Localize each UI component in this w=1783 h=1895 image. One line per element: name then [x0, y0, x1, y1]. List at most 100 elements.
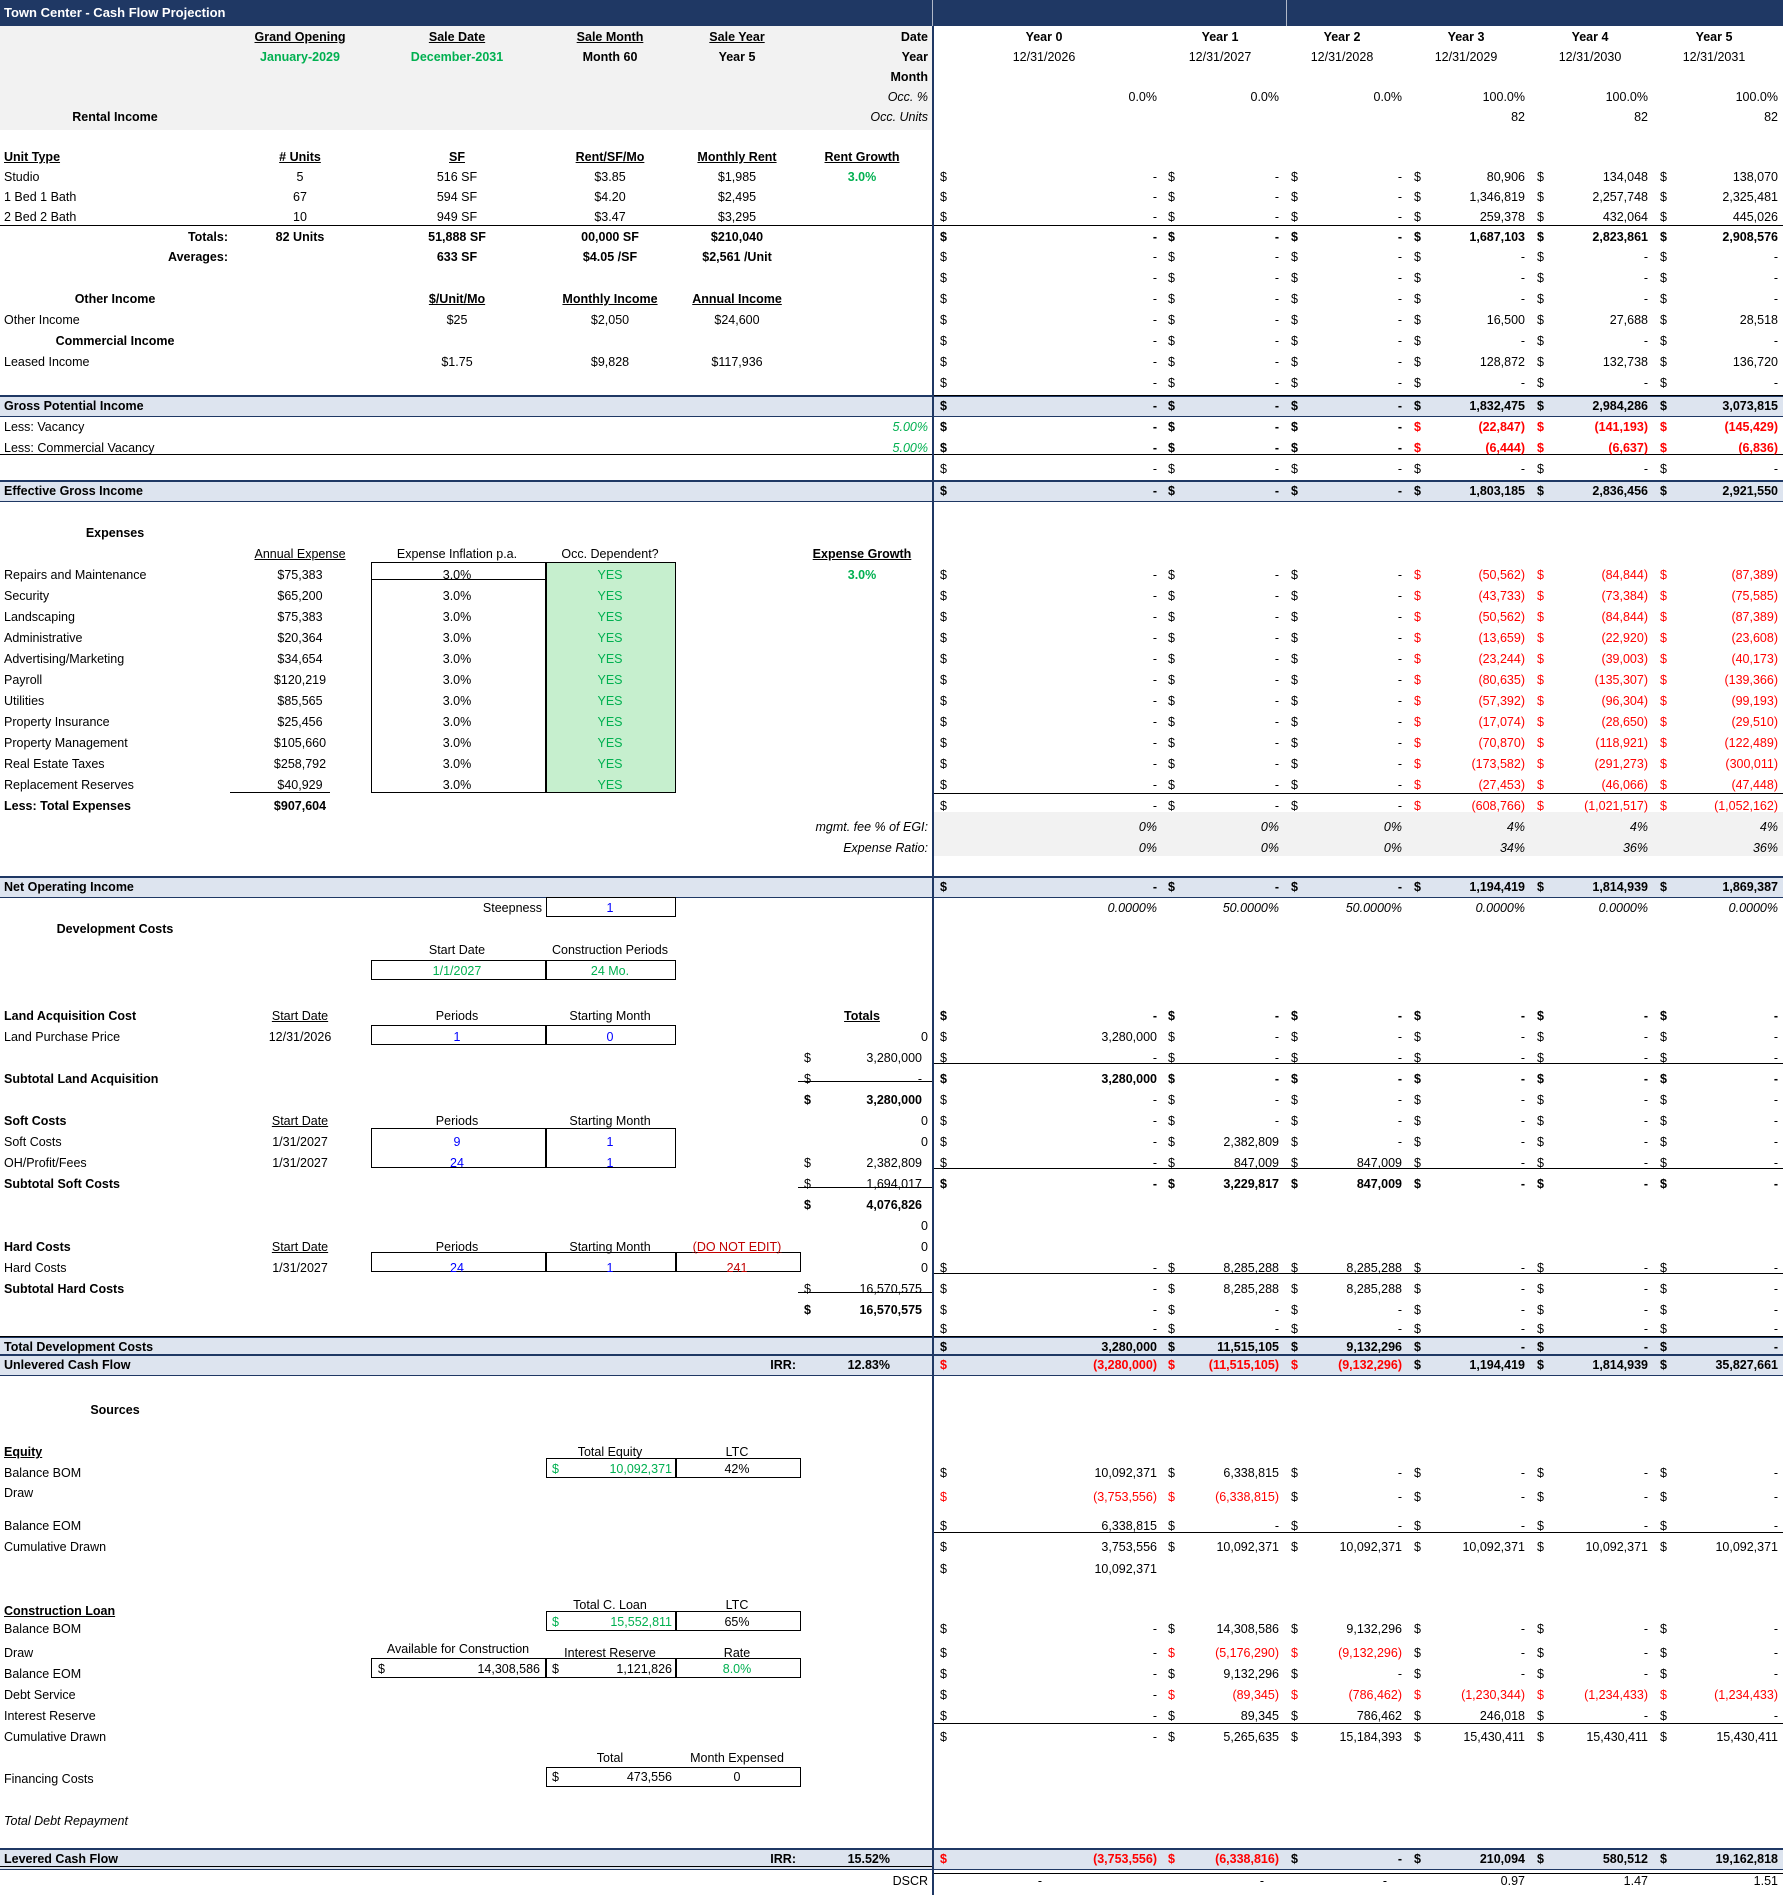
expense-inflation[interactable]: 3.0% [443, 566, 472, 584]
rate-input[interactable]: 8.0% [723, 1660, 752, 1678]
cashflow-cell: - [1274, 1051, 1279, 1065]
currency-symbol: $ [940, 462, 947, 476]
currency-symbol: $ [1537, 250, 1544, 264]
occ-dependent-flag[interactable]: YES [597, 587, 622, 605]
occ-dependent-flag[interactable]: YES [597, 776, 622, 794]
cashflow-cell: 19,162,818 [1715, 1852, 1778, 1866]
year-date: 12/31/2029 [1434, 50, 1498, 64]
cashflow-cell: (1,234,433) [1714, 1688, 1778, 1702]
occ-dependent-flag[interactable]: YES [597, 713, 622, 731]
cashflow-cell: - [1152, 568, 1157, 582]
currency-symbol: $ [1291, 1730, 1298, 1744]
hard-month-input[interactable]: 1 [607, 1259, 614, 1277]
cashflow-cell: - [1152, 1114, 1157, 1128]
expense-inflation[interactable]: 3.0% [443, 608, 472, 626]
currency-symbol: $ [1660, 757, 1667, 771]
steepness-pct: 0.0000% [1728, 901, 1778, 915]
expense-inflation[interactable]: 3.0% [443, 755, 472, 773]
expense-inflation[interactable]: 3.0% [443, 692, 472, 710]
currency-symbol: $ [1660, 1114, 1667, 1128]
currency-symbol: $ [1291, 271, 1298, 285]
currency-symbol: $ [1660, 1358, 1667, 1372]
currency-symbol: $ [1291, 1466, 1298, 1480]
soft-month-input[interactable]: 1 [607, 1133, 614, 1151]
grand-opening-label: Grand Opening [254, 30, 346, 44]
soft-periods-input[interactable]: 9 [454, 1133, 461, 1151]
cashflow-cell: - [1152, 1261, 1157, 1275]
occ-pct: 100.0% [1482, 90, 1525, 104]
cashflow-cell: - [1274, 778, 1279, 792]
interest-reserve-row-label: Interest Reserve [4, 1709, 96, 1723]
occ-dependent-flag[interactable]: YES [597, 671, 622, 689]
year-header: Year 0 [1025, 30, 1063, 44]
land-periods-input[interactable]: 1 [454, 1028, 461, 1046]
occ-dependent-flag[interactable]: YES [597, 755, 622, 773]
expense-inflation[interactable]: 3.0% [443, 734, 472, 752]
currency-symbol: $ [1537, 355, 1544, 369]
occ-dependent-flag[interactable]: YES [597, 608, 622, 626]
construction-periods-input[interactable]: 24 Mo. [591, 962, 629, 980]
occ-dependent-flag[interactable]: YES [597, 734, 622, 752]
total-loan-input[interactable]: 15,552,811 [610, 1613, 672, 1631]
expense-annual: $34,654 [277, 652, 323, 666]
unit-row-cell: 594 SF [436, 190, 478, 204]
currency-symbol: $ [378, 1662, 385, 1676]
currency-symbol: $ [1414, 610, 1421, 624]
total-debt-repayment-label: Total Debt Repayment [4, 1814, 128, 1828]
currency-symbol: $ [1168, 1030, 1175, 1044]
occ-dependent-flag[interactable]: YES [597, 566, 622, 584]
currency-symbol: $ [1414, 778, 1421, 792]
cashflow-cell: (786,462) [1348, 1688, 1402, 1702]
currency-symbol: $ [1537, 1135, 1544, 1149]
currency-symbol: $ [1168, 190, 1175, 204]
currency-symbol: $ [1660, 1156, 1667, 1170]
cashflow-cell: - [1643, 1646, 1648, 1660]
unit-row-cell: $4.20 [594, 190, 626, 204]
currency-symbol: $ [804, 1156, 811, 1170]
occ-dependent-flag[interactable]: YES [597, 692, 622, 710]
currency-symbol: $ [1660, 1030, 1667, 1044]
expense-inflation[interactable]: 3.0% [443, 650, 472, 668]
cashflow-cell: - [1152, 230, 1157, 244]
currency-symbol: $ [1168, 376, 1175, 390]
currency-symbol: $ [1660, 610, 1667, 624]
occ-dependent-flag[interactable]: YES [597, 629, 622, 647]
currency-symbol: $ [1537, 1261, 1544, 1275]
land-month-input[interactable]: 0 [607, 1028, 614, 1046]
year-header: Year 1 [1201, 30, 1239, 44]
cashflow-cell: - [1397, 355, 1402, 369]
currency-symbol: $ [1291, 1177, 1298, 1191]
hard-periods-input[interactable]: 24 [450, 1259, 464, 1277]
vacancy-label: Less: Vacancy [4, 420, 85, 434]
currency-symbol: $ [1660, 673, 1667, 687]
expense-inflation[interactable]: 3.0% [443, 587, 472, 605]
expense-inflation[interactable]: 3.0% [443, 629, 472, 647]
currency-symbol: $ [1168, 1261, 1175, 1275]
cashflow-cell: - [1773, 1646, 1778, 1660]
currency-symbol: $ [1168, 799, 1175, 813]
cashflow-cell: - [1520, 1466, 1525, 1480]
currency-symbol: $ [940, 736, 947, 750]
cashflow-cell: - [1773, 1303, 1778, 1317]
currency-symbol: $ [1168, 694, 1175, 708]
occ-dependent-flag[interactable]: YES [597, 650, 622, 668]
expense-inflation[interactable]: 3.0% [443, 671, 472, 689]
cashflow-cell: - [1397, 778, 1402, 792]
cashflow-cell: 9,132,296 [1346, 1340, 1402, 1354]
row-rule [932, 1873, 1783, 1874]
steepness-input[interactable]: 1 [607, 899, 614, 917]
other-income-title: Other Income [74, 292, 156, 306]
expense-inflation[interactable]: 3.0% [443, 776, 472, 794]
oh-periods-input[interactable]: 24 [450, 1154, 464, 1172]
oh-month-input[interactable]: 1 [607, 1154, 614, 1172]
expense-inflation[interactable]: 3.0% [443, 713, 472, 731]
hard-zero: 0 [921, 1240, 928, 1254]
title-bar: Town Center - Cash Flow Projection [0, 0, 1783, 26]
sale-year-value: Year 5 [718, 50, 756, 64]
cashflow-cell: (17,074) [1478, 715, 1525, 729]
total-equity-input[interactable]: 10,092,371 [609, 1460, 672, 1478]
currency-symbol: $ [940, 1852, 947, 1866]
cashflow-cell: - [1773, 376, 1778, 390]
cashflow-cell: (6,836) [1738, 441, 1778, 455]
dev-start-date-input[interactable]: 1/1/2027 [433, 962, 482, 980]
